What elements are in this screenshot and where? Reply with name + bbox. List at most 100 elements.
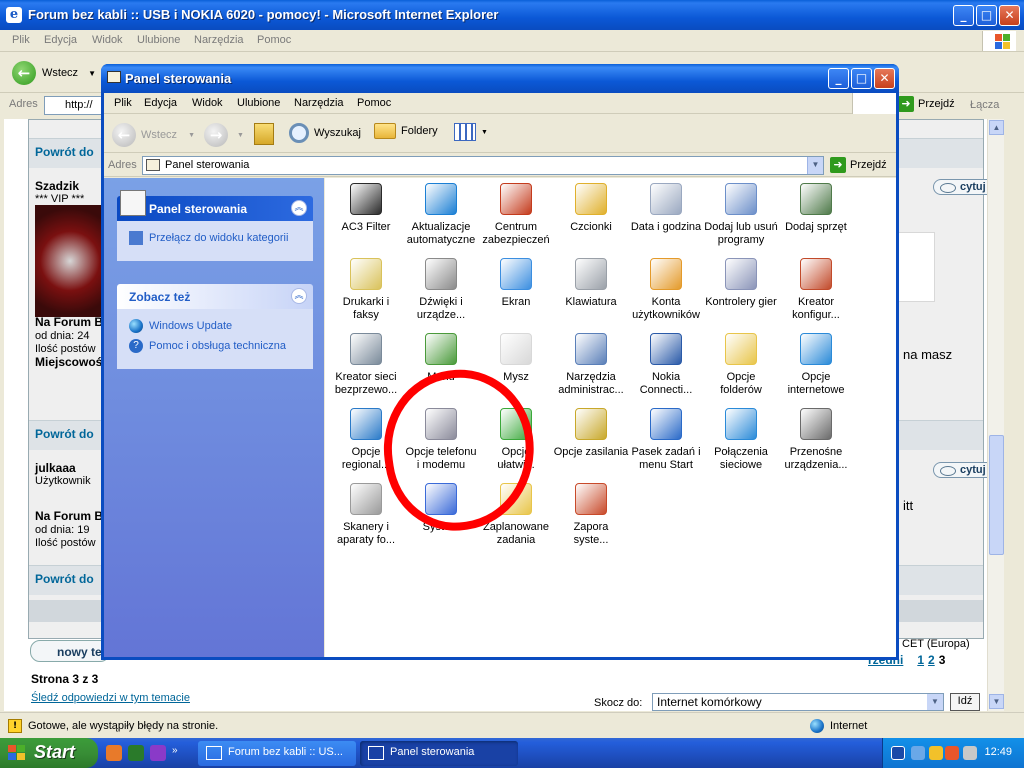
cp-menu-plik[interactable]: Plik: [114, 97, 132, 109]
new-topic-button[interactable]: nowy te: [30, 640, 110, 662]
chevron-down-icon[interactable]: ▼: [237, 132, 244, 139]
links-label[interactable]: Łącza: [970, 99, 999, 111]
cp-item[interactable]: Konta użytkowników: [628, 258, 704, 322]
switch-category-link[interactable]: Przełącz do widoku kategorii: [129, 231, 303, 245]
cp-item[interactable]: Drukarki i faksy: [328, 258, 404, 322]
back-button[interactable]: ← Wstecz ▼: [12, 61, 96, 85]
cp-item[interactable]: Pasek zadań i menu Start: [628, 408, 704, 472]
search-button[interactable]: Wyszukaj: [289, 123, 361, 143]
cp-item[interactable]: Czcionki: [553, 183, 629, 234]
cp-item[interactable]: Data i godzina: [628, 183, 704, 234]
media-icon[interactable]: [150, 745, 166, 761]
volume-icon[interactable]: [963, 746, 977, 760]
cp-item[interactable]: Opcje internetowe: [778, 333, 854, 397]
cp-item[interactable]: Ekran: [478, 258, 554, 309]
menu-pomoc[interactable]: Pomoc: [257, 34, 291, 46]
cp-menu-widok[interactable]: Widok: [192, 97, 223, 109]
cp-minimize-button[interactable]: _: [828, 68, 849, 89]
scroll-down-icon[interactable]: ▼: [989, 694, 1004, 709]
back-to-top-link[interactable]: Powrót do: [35, 427, 94, 441]
cp-item[interactable]: Opcje zasilania: [553, 408, 629, 459]
app-icon[interactable]: [128, 745, 144, 761]
cp-item[interactable]: Nokia Connecti...: [628, 333, 704, 397]
task-ie[interactable]: Forum bez kabli :: US...: [198, 741, 356, 766]
author-name[interactable]: julkaaa: [35, 461, 76, 475]
more-icon[interactable]: »: [172, 745, 178, 761]
jump-select[interactable]: Internet komórkowy ▼: [652, 693, 944, 711]
clock[interactable]: 12:49: [984, 746, 1012, 758]
chevron-down-icon[interactable]: ▼: [188, 132, 195, 139]
firefox-icon[interactable]: [106, 745, 122, 761]
maximize-button[interactable]: □: [976, 5, 997, 26]
cp-back-button[interactable]: ← Wstecz ▼: [112, 123, 195, 147]
cp-item[interactable]: Kreator konfigur...: [778, 258, 854, 322]
menu-narzedzia[interactable]: Narzędzia: [194, 34, 244, 46]
cp-item[interactable]: Aktualizacje automatyczne: [403, 183, 479, 247]
help-link[interactable]: ? Pomoc i obsługa techniczna: [129, 339, 303, 353]
menu-plik[interactable]: Plik: [12, 34, 30, 46]
views-button[interactable]: ▼: [454, 123, 488, 141]
cp-address-input[interactable]: Panel sterowania ▼: [142, 156, 824, 175]
ie-titlebar[interactable]: e Forum bez kabli :: USB i NOKIA 6020 - …: [0, 0, 1024, 30]
menu-edycja[interactable]: Edycja: [44, 34, 77, 46]
task-control-panel[interactable]: Panel sterowania: [360, 741, 518, 766]
start-button[interactable]: Start: [0, 738, 98, 768]
cp-item[interactable]: Dodaj sprzęt: [778, 183, 854, 234]
cp-menu-narzedzia[interactable]: Narzędzia: [294, 97, 344, 109]
watch-topic-link[interactable]: Śledź odpowiedzi w tym temacie: [31, 692, 190, 704]
cp-item[interactable]: Dodaj lub usuń programy: [703, 183, 779, 247]
collapse-icon[interactable]: ︽: [291, 200, 307, 216]
cp-titlebar[interactable]: Panel sterowania _ □ ✕: [101, 64, 899, 93]
windows-update-link[interactable]: Windows Update: [129, 319, 303, 333]
menu-widok[interactable]: Widok: [92, 34, 123, 46]
page-link[interactable]: 2: [928, 653, 935, 667]
cp-item[interactable]: Kreator sieci bezprzewo...: [328, 333, 404, 397]
up-folder-button[interactable]: [254, 123, 274, 145]
tray-expand-icon[interactable]: [891, 746, 905, 760]
task-box-header[interactable]: Panel sterowania ︽: [117, 190, 313, 221]
mail-icon[interactable]: [929, 746, 943, 760]
chevron-down-icon[interactable]: ▼: [807, 157, 823, 174]
cp-item[interactable]: Klawiatura: [553, 258, 629, 309]
cp-menu-ulubione[interactable]: Ulubione: [237, 97, 280, 109]
address-input[interactable]: http://: [44, 96, 104, 115]
page-scrollbar[interactable]: ▲ ▼: [987, 119, 1004, 711]
cp-item[interactable]: Narzędzia administrac...: [553, 333, 629, 397]
jump-go-button[interactable]: Idź: [950, 693, 980, 711]
cp-item[interactable]: Dźwięki i urządze...: [403, 258, 479, 322]
cp-item[interactable]: Opcje folderów: [703, 333, 779, 397]
cp-close-button[interactable]: ✕: [874, 68, 895, 89]
scroll-thumb[interactable]: [989, 435, 1004, 555]
post-author: julkaaa Użytkownik: [35, 461, 91, 487]
cp-item[interactable]: AC3 Filter: [328, 183, 404, 234]
cp-maximize-button[interactable]: □: [851, 68, 872, 89]
cp-item[interactable]: Kontrolery gier: [703, 258, 779, 309]
chevron-down-icon[interactable]: ▼: [88, 69, 96, 78]
cp-menu-pomoc[interactable]: Pomoc: [357, 97, 391, 109]
back-to-top-link[interactable]: Powrót do: [35, 572, 94, 586]
close-button[interactable]: ✕: [999, 5, 1020, 26]
collapse-icon[interactable]: ︽: [291, 288, 307, 304]
cp-item[interactable]: Przenośne urządzenia...: [778, 408, 854, 472]
cp-forward-button[interactable]: → ▼: [204, 123, 244, 147]
author-name[interactable]: Szadzik: [35, 179, 79, 193]
cp-item[interactable]: Skanery i aparaty fo...: [328, 483, 404, 547]
cp-menu-edycja[interactable]: Edycja: [144, 97, 177, 109]
task-box-header[interactable]: Zobacz też ︽: [117, 284, 313, 309]
menu-ulubione[interactable]: Ulubione: [137, 34, 180, 46]
folders-button[interactable]: Foldery: [374, 123, 438, 139]
security-icon[interactable]: [945, 746, 959, 760]
go-button[interactable]: ➜ Przejdź: [898, 96, 955, 112]
cp-go-button[interactable]: ➜ Przejdź: [830, 157, 887, 173]
cp-item[interactable]: Centrum zabezpieczeń: [478, 183, 554, 247]
minimize-button[interactable]: _: [953, 5, 974, 26]
windows-update-icon: [129, 319, 143, 333]
status-text: Gotowe, ale wystąpiły błędy na stronie.: [28, 720, 219, 732]
scroll-up-icon[interactable]: ▲: [989, 120, 1004, 135]
page-link[interactable]: 1: [917, 653, 924, 667]
cp-item[interactable]: Zapora syste...: [553, 483, 629, 547]
back-to-top-link[interactable]: Powrót do: [35, 145, 94, 159]
warning-icon[interactable]: !: [8, 719, 22, 733]
network-icon[interactable]: [911, 746, 925, 760]
cp-item[interactable]: Połączenia sieciowe: [703, 408, 779, 472]
